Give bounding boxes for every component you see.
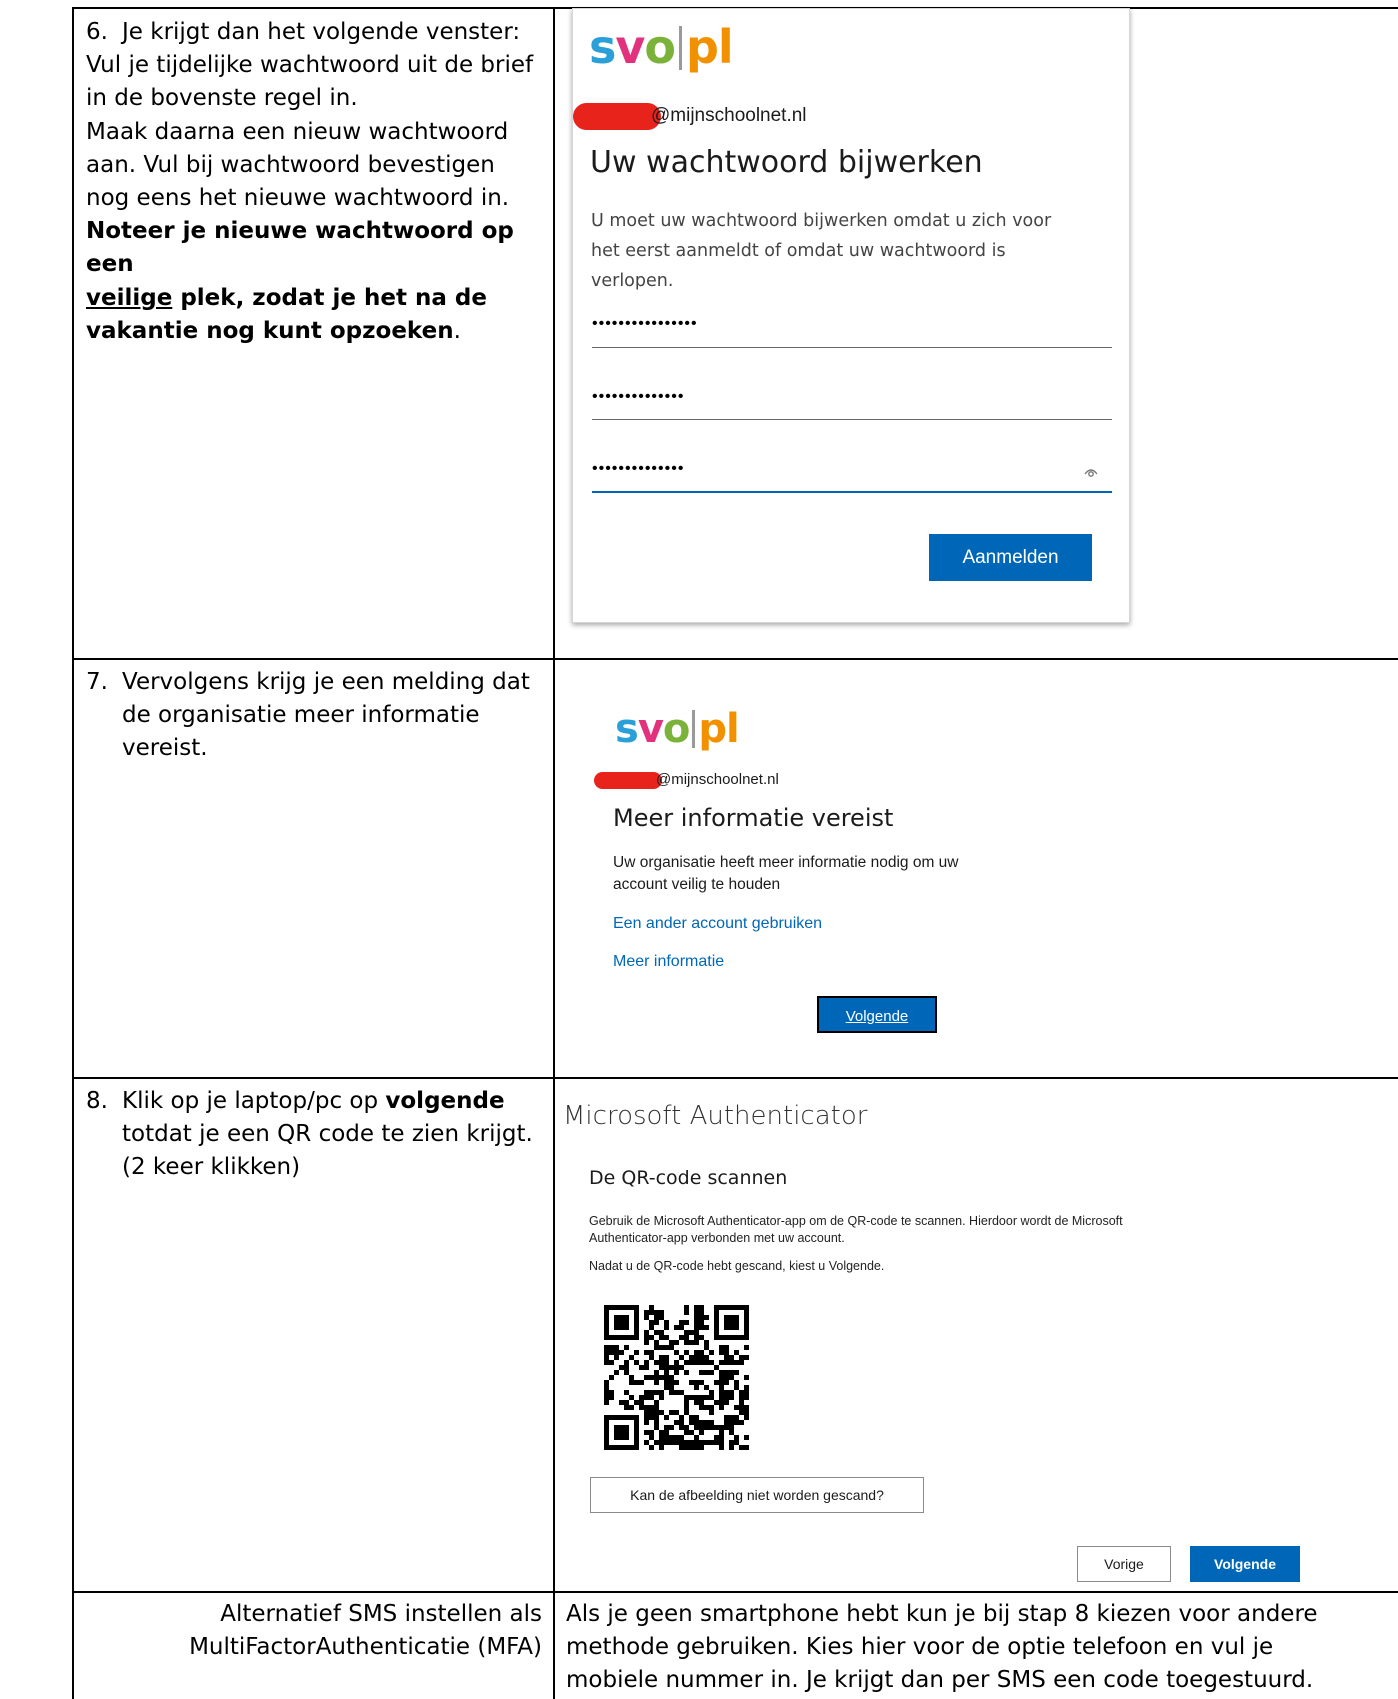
step6-note-line: veilige plek, zodat je het na de (86, 282, 551, 315)
table-divider-vertical-2 (553, 659, 555, 1699)
sms-explanation-line: methode gebruiken. Kies hier voor de opt… (566, 1634, 1274, 1661)
step6-note-text: plek, zodat je het na de (172, 284, 487, 311)
authenticator-qr-screenshot: Microsoft Authenticator De QR-code scann… (556, 1079, 1396, 1590)
step8-bold-word: volgende (385, 1088, 505, 1114)
redacted-username (594, 772, 662, 789)
step8-number: 8. (86, 1088, 108, 1114)
back-button[interactable]: Vorige (1077, 1546, 1171, 1582)
more-info-required-screenshot: svo pl @mijnschoolnet.nl Meer informatie … (558, 660, 1396, 1076)
step6-number: 6. (86, 19, 108, 45)
step8-line: totdat je een QR code te zien krijgt. (122, 1121, 533, 1148)
sign-in-button[interactable]: Aanmelden (929, 534, 1092, 581)
step8-line: (2 keer klikken) (122, 1154, 301, 1181)
account-email: @mijnschoolnet.nl (651, 105, 807, 126)
step7-instructions: 7. Vervolgens krijg je een melding dat de… (86, 666, 551, 766)
sms-explanation-line: mobiele nummer in. Je krijgt dan per SMS… (566, 1667, 1314, 1694)
step6-line: Je krijgt dan het volgende venster: (122, 19, 521, 45)
confirm-password-input[interactable] (592, 491, 1112, 493)
new-password-input[interactable] (592, 419, 1112, 420)
step6-note-underlined-word: veilige (86, 284, 173, 311)
step6-note-line: Noteer je nieuwe wachtwoord op een (86, 218, 514, 278)
step6-instructions: 6. Je krijgt dan het volgende venster: Vu… (86, 16, 551, 348)
account-email: @mijnschoolnet.nl (656, 771, 779, 788)
qr-scan-description: Gebruik de Microsoft Authenticator-app o… (589, 1214, 1123, 1245)
password-update-description: U moet uw wachtwoord bijwerken omdat u z… (591, 211, 1052, 291)
more-info-title: Meer informatie vereist (613, 804, 894, 832)
password-update-screenshot: svo pl @mijnschoolnet.nl Uw wachtwoord bi… (572, 8, 1130, 623)
qr-code-image (604, 1305, 749, 1450)
more-information-link[interactable]: Meer informatie (613, 953, 724, 971)
step7-number: 7. (86, 669, 108, 695)
svopl-logo: svo pl (615, 706, 740, 752)
use-other-account-link[interactable]: Een ander account gebruiken (613, 915, 822, 933)
svopl-logo: svo pl (589, 20, 734, 74)
current-password-input[interactable] (592, 347, 1112, 348)
step6-note-line: vakantie nog kunt opzoeken. (86, 315, 551, 348)
password-update-title: Uw wachtwoord bijwerken (590, 145, 983, 180)
step7-line: Vervolgens krijg je een melding dat (122, 669, 530, 695)
more-info-description: Uw organisatie heeft meer informatie nod… (613, 854, 959, 893)
table-border-left (72, 7, 74, 1699)
step6-note-text: vakantie nog kunt opzoeken (86, 317, 454, 344)
sms-label-line: Alternatief SMS instellen als (220, 1601, 542, 1627)
redacted-username (573, 103, 661, 130)
reveal-password-icon[interactable] (1084, 466, 1098, 478)
sms-explanation-line: Als je geen smartphone hebt kun je bij s… (566, 1601, 1318, 1627)
step6-line: Vul je tijdelijke wachtwoord uit de brie… (86, 52, 534, 79)
next-button[interactable]: Volgende (1190, 1546, 1300, 1582)
step6-note-period: . (453, 317, 461, 344)
new-password-value: •••••••••••••• (592, 388, 685, 405)
qr-scan-heading: De QR-code scannen (589, 1167, 788, 1189)
step8-line-prefix: Klik op je laptop/pc op (122, 1088, 386, 1114)
qr-scan-instruction: Nadat u de QR-code hebt gescand, kiest u… (589, 1259, 885, 1273)
confirm-password-value: •••••••••••••• (592, 460, 685, 477)
authenticator-app-title: Microsoft Authenticator (563, 1101, 868, 1131)
step6-line: Maak daarna een nieuw wachtwoord (86, 118, 509, 145)
step8-instructions: 8. Klik op je laptop/pc op volgende totda… (86, 1085, 551, 1185)
next-button[interactable]: Volgende (817, 996, 937, 1033)
cant-scan-image-button[interactable]: Kan de afbeelding niet worden gescand? (590, 1477, 924, 1513)
table-row-divider-3 (72, 1591, 1398, 1593)
step6-line: in de bovenste regel in. (86, 85, 358, 112)
step6-line: nog eens het nieuwe wachtwoord in. (86, 185, 510, 212)
sms-label-line: MultiFactorAuthenticatie (MFA) (189, 1634, 542, 1661)
sms-alternative-label: Alternatief SMS instellen als MultiFacto… (76, 1598, 542, 1664)
current-password-value: •••••••••••••••• (592, 315, 698, 332)
step7-line: de organisatie meer informatie (122, 702, 480, 729)
step7-line: vereist. (122, 735, 208, 762)
sms-alternative-explanation: Als je geen smartphone hebt kun je bij s… (566, 1598, 1396, 1698)
table-divider-vertical-1 (553, 7, 555, 659)
step6-line: aan. Vul bij wachtwoord bevestigen (86, 151, 495, 178)
